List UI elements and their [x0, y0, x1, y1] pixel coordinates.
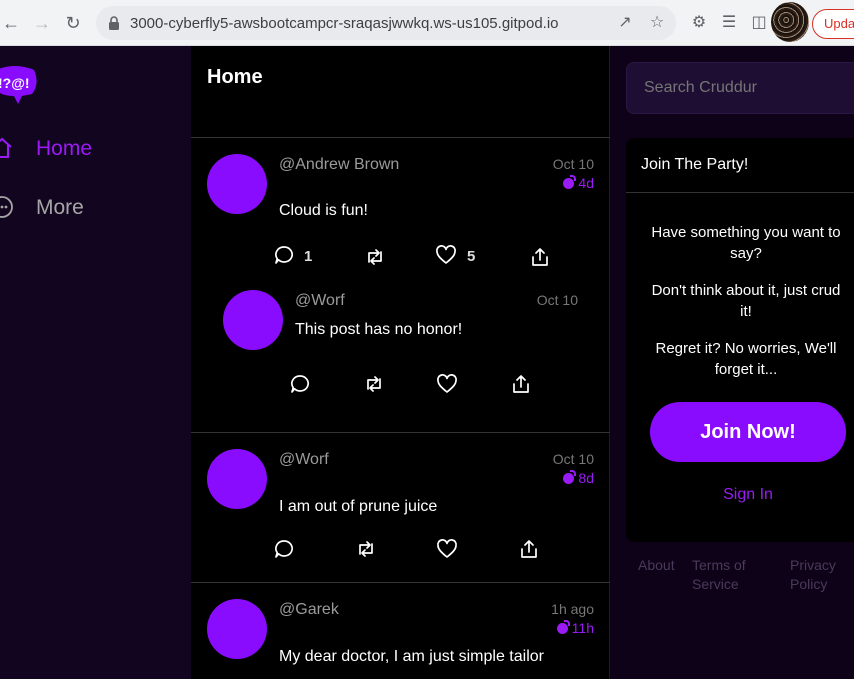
search-input[interactable] — [626, 62, 854, 114]
like-count: 5 — [467, 248, 476, 265]
reload-icon[interactable]: ↻ — [62, 12, 84, 34]
expires-text: 11h — [571, 620, 594, 636]
extensions-icon[interactable]: ⚙ — [689, 13, 709, 33]
reply-button[interactable] — [273, 244, 295, 266]
avatar[interactable] — [207, 154, 267, 214]
activity-time: Oct 10 — [552, 156, 594, 172]
reply-icon — [275, 246, 293, 264]
reply-button[interactable] — [289, 373, 311, 395]
reply-handle[interactable]: @Worf — [295, 292, 345, 310]
bookmark-star-icon[interactable]: ☆ — [648, 14, 666, 32]
feed-header: Home — [191, 46, 610, 138]
sidebar-item-label: More — [36, 196, 84, 219]
media-queue-icon[interactable]: ☰ — [719, 13, 739, 33]
profile-avatar[interactable] — [771, 2, 809, 42]
side-panel-icon[interactable]: ◫ — [749, 13, 769, 33]
expires-badge: 8d — [534, 470, 594, 486]
reply-count: 1 — [304, 248, 313, 265]
heart-icon — [436, 245, 456, 264]
address-bar[interactable]: 3000-cyberfly5-awsbootcampcr-sraqasjwwkq… — [96, 6, 676, 40]
expires-badge: 4d — [534, 175, 594, 191]
like-button[interactable] — [436, 538, 458, 560]
repost-button[interactable] — [363, 373, 385, 395]
forward-icon[interactable]: → — [31, 12, 53, 34]
avatar[interactable] — [207, 449, 267, 509]
reply-item[interactable]: @Worf Oct 10 This post has no honor! — [191, 278, 610, 433]
update-button[interactable]: Upda — [812, 9, 854, 39]
svg-text:!?@!: !?@! — [0, 75, 30, 91]
bomb-icon — [563, 175, 577, 189]
like-button[interactable] — [435, 244, 457, 266]
activity-item[interactable]: @Garek 1h ago 11h My dear doctor, I am j… — [191, 583, 610, 679]
like-button[interactable] — [436, 373, 458, 395]
share-icon[interactable]: ↗ — [616, 14, 634, 32]
divider — [626, 192, 854, 193]
share-button[interactable] — [518, 538, 540, 560]
sign-in-link[interactable]: Sign In — [650, 486, 846, 504]
activity-message: My dear doctor, I am just simple tailor — [279, 648, 544, 665]
bomb-icon — [556, 620, 570, 634]
page-title: Home — [207, 66, 263, 88]
activity-item[interactable]: @Andrew Brown Oct 10 4d Cloud is fun! 1 … — [191, 138, 610, 433]
share-button[interactable] — [510, 373, 532, 395]
footer-terms-link[interactable]: Terms of Service — [692, 556, 762, 594]
activity-message: I am out of prune juice — [279, 498, 438, 515]
activity-time: Oct 10 — [552, 451, 594, 467]
cruddur-logo[interactable]: !?@! — [0, 64, 38, 106]
reply-button[interactable] — [273, 538, 295, 560]
repost-button[interactable] — [355, 538, 377, 560]
home-feed: Home @Andrew Brown Oct 10 4d Cloud is fu… — [191, 46, 610, 679]
share-button[interactable] — [529, 246, 551, 268]
heart-icon — [437, 374, 457, 393]
footer-about-link[interactable]: About — [638, 556, 675, 575]
heart-icon — [437, 539, 457, 558]
activity-item[interactable]: @Worf Oct 10 8d I am out of prune juice — [191, 433, 610, 583]
join-party-panel: Join The Party! Have something you want … — [626, 138, 854, 542]
reply-time: Oct 10 — [536, 292, 578, 308]
activity-handle[interactable]: @Garek — [279, 601, 339, 619]
right-column: Join The Party! Have something you want … — [610, 46, 854, 679]
avatar[interactable] — [223, 290, 283, 350]
bomb-icon — [563, 470, 577, 484]
sidebar-item-more[interactable]: More — [0, 193, 191, 223]
join-panel-title: Join The Party! — [641, 156, 749, 173]
sidebar-item-home[interactable]: Home — [0, 134, 191, 164]
join-text: Don't think about it, just crud it! — [651, 282, 841, 320]
repost-icon — [359, 541, 373, 557]
share-icon — [521, 540, 537, 558]
sidebar: !?@! Home More — [0, 46, 191, 679]
join-text: Regret it? No worries, We'll forget it..… — [655, 340, 837, 378]
activity-handle[interactable]: @Worf — [279, 451, 329, 469]
url-text: 3000-cyberfly5-awsbootcampcr-sraqasjwwkq… — [130, 15, 559, 32]
sidebar-item-label: Home — [36, 137, 93, 160]
avatar[interactable] — [207, 599, 267, 659]
reply-icon — [275, 540, 293, 558]
share-icon — [513, 375, 529, 393]
join-text: Have something you want to say? — [651, 224, 841, 262]
expires-text: 4d — [578, 175, 594, 191]
lock-icon — [109, 16, 119, 30]
more-icon — [0, 196, 13, 218]
expires-text: 8d — [578, 470, 594, 486]
repost-icon — [368, 249, 382, 265]
home-icon — [0, 137, 12, 158]
activity-time: 1h ago — [551, 601, 594, 617]
activity-handle[interactable]: @Andrew Brown — [279, 156, 399, 174]
expires-badge: 11h — [534, 620, 594, 636]
reply-icon — [291, 375, 309, 393]
back-icon[interactable]: ← — [0, 12, 22, 34]
reply-message: This post has no honor! — [295, 321, 463, 338]
repost-icon — [367, 376, 381, 392]
browser-toolbar: ← → ↻ 3000-cyberfly5-awsbootcampcr-sraqa… — [0, 0, 854, 46]
activity-message: Cloud is fun! — [279, 202, 368, 219]
repost-button[interactable] — [364, 246, 386, 268]
footer-privacy-link[interactable]: Privacy Policy — [790, 556, 850, 594]
join-now-button[interactable]: Join Now! — [650, 402, 846, 462]
share-icon — [532, 248, 548, 266]
